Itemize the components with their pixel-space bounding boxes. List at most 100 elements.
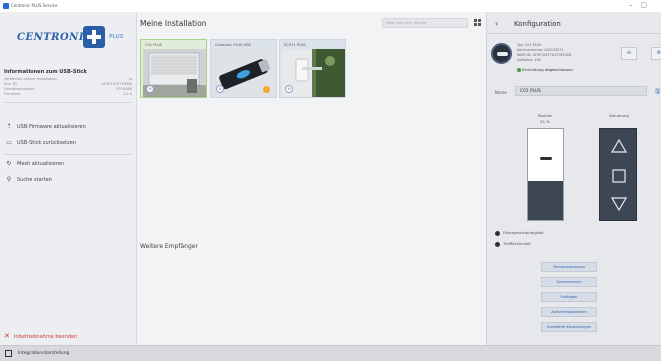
logo-brand-text: CENTRONIC bbox=[17, 32, 93, 43]
installation-icon bbox=[5, 350, 12, 357]
usb-info-label: Anz. ID bbox=[4, 82, 17, 86]
window-title: Centronic PLUS Service bbox=[11, 3, 58, 8]
nav-item-label: Suche starten bbox=[17, 177, 52, 183]
warning-icon: ! bbox=[263, 86, 270, 93]
settings-button[interactable]: ⚙ bbox=[651, 47, 661, 60]
usb-info-row: Firmware 1.9.0 bbox=[4, 92, 132, 96]
nav-usb-stick-reset[interactable]: ▭ USB-Stick zurücksetzen bbox=[4, 138, 132, 150]
app-icon bbox=[3, 3, 9, 9]
end-positions-button[interactable]: Endlagen bbox=[541, 292, 597, 302]
nav-mesh-refresh[interactable]: ↻ Mesh aktualisieren bbox=[4, 159, 132, 171]
device-avatar bbox=[491, 43, 512, 64]
device-card-label: SC911 PLUS bbox=[284, 43, 306, 47]
stop-button[interactable] bbox=[608, 165, 629, 187]
device-card[interactable]: Centronic PLUS USB ⊖ ! bbox=[210, 39, 277, 98]
name-input[interactable]: C01 PLUS bbox=[515, 86, 647, 96]
usb-info-value: ja bbox=[128, 77, 132, 81]
usb-info-label: Firmware bbox=[4, 92, 21, 96]
device-info-line: Typ: C01 PLUS bbox=[517, 43, 542, 47]
maximize-icon[interactable]: ▢ bbox=[640, 1, 655, 9]
window-controls[interactable]: –▢ bbox=[629, 1, 655, 9]
radio-icon[interactable] bbox=[495, 230, 500, 236]
status-label: Integrationsdarstellung bbox=[18, 351, 70, 356]
refresh-icon: ↻ bbox=[6, 160, 12, 167]
advanced-settings-button[interactable]: Erweiterte Einstellungen bbox=[541, 322, 597, 332]
app-window: Centronic PLUS Service –▢ CENTRONIC PLUS… bbox=[0, 0, 661, 361]
position-label: Position bbox=[537, 113, 553, 118]
plus-logo-icon bbox=[83, 26, 105, 48]
usb-info-row: Verbindun aktiver Installation ja bbox=[4, 77, 132, 81]
device-info-line: Seriennummer: 000123071 bbox=[517, 48, 564, 52]
other-receivers-title: Weitere Empfänger bbox=[140, 243, 198, 250]
position-value: 51 % bbox=[540, 119, 550, 124]
configuration-panel: ‹ Konfiguration Typ: C01 PLUS Seriennumm… bbox=[486, 12, 661, 345]
main-panel: Meine Installation Filter nach Art / Kun… bbox=[138, 12, 486, 345]
option-label: Tiefflächenzeit bbox=[503, 241, 531, 246]
status-ok-icon bbox=[517, 68, 521, 72]
nav-start-search[interactable]: ⚲ Suche starten bbox=[4, 175, 132, 187]
nav-item-label: USB-Firmware aktualisieren bbox=[17, 124, 86, 130]
save-icon[interactable]: 🖫 bbox=[655, 87, 660, 97]
back-arrow-icon[interactable]: ‹ bbox=[495, 19, 498, 28]
radio-icon[interactable] bbox=[495, 241, 500, 247]
search-input[interactable]: Filter nach Art / Kunde bbox=[382, 18, 468, 28]
centronic-plus-logo: CENTRONIC PLUS bbox=[17, 24, 129, 52]
position-slider[interactable] bbox=[527, 128, 564, 221]
triangle-up-icon bbox=[610, 139, 627, 153]
option-row[interactable]: Tiefflächenzeit bbox=[495, 241, 531, 247]
device-info-line: Software: 108 bbox=[517, 58, 541, 62]
end-commissioning-button[interactable]: ✕ Inbetriebnahme beenden bbox=[4, 332, 77, 340]
usb-info-row: Anz. ID 4F0E7A1F7DEDA bbox=[4, 82, 132, 86]
nav-item-label: Mesh aktualisieren bbox=[17, 161, 64, 167]
arrow-up-icon: ⇡ bbox=[6, 123, 12, 130]
up-button[interactable] bbox=[608, 135, 629, 157]
device-card-label: Centronic PLUS USB bbox=[215, 43, 251, 47]
device-card[interactable]: C01 PLUS ⊖ bbox=[140, 39, 207, 98]
option-row[interactable]: Fixiergeschwindigkeit bbox=[495, 230, 544, 236]
sidebar-divider bbox=[4, 102, 132, 103]
lock-icon: ⊖ bbox=[626, 50, 632, 56]
logo-plus-text: PLUS bbox=[109, 34, 124, 40]
minimize-icon[interactable]: – bbox=[629, 1, 641, 9]
usb-info-value: 1.9.0 bbox=[122, 92, 132, 96]
gear-icon: ⚙ bbox=[656, 50, 661, 56]
usb-info-title: Informationen zum USB-Stick bbox=[4, 69, 87, 75]
device-card[interactable]: SC911 PLUS ⊖ bbox=[279, 39, 346, 98]
search-icon: ⚲ bbox=[6, 176, 12, 183]
device-status-label: Einrichtung abgeschlossen bbox=[522, 67, 573, 72]
position-fill bbox=[528, 180, 563, 220]
grid-view-icon[interactable] bbox=[474, 19, 482, 27]
slider-handle[interactable] bbox=[540, 157, 552, 160]
usb-info-row: Hardwareversion 070008B bbox=[4, 87, 132, 91]
name-label: Name bbox=[495, 90, 507, 95]
usb-info-value: 070008B bbox=[115, 87, 132, 91]
lock-icon: ⊖ bbox=[285, 85, 293, 93]
usb-info-value: 4F0E7A1F7DEDA bbox=[101, 82, 133, 86]
sun-protection-button[interactable]: Sonnenschutz bbox=[541, 277, 597, 287]
usb-info-label: Verbindun aktiver Installation bbox=[4, 77, 57, 81]
nav-usb-firmware-update[interactable]: ⇡ USB-Firmware aktualisieren bbox=[4, 122, 132, 134]
usb-info-label: Hardwareversion bbox=[4, 87, 35, 91]
usb-stick-icon: ▭ bbox=[6, 139, 12, 146]
device-info-line: WAPI-ID: 4F0E7A1F7D1F0E12E8 bbox=[517, 53, 572, 57]
intermediate-positions-button[interactable]: Zwischenpositionen bbox=[541, 307, 597, 317]
sidebar-divider bbox=[4, 154, 132, 155]
control-label: Steuerung bbox=[609, 113, 629, 118]
config-divider bbox=[487, 33, 661, 34]
nav-item-label: USB-Stick zurücksetzen bbox=[17, 140, 76, 146]
close-icon: ✕ bbox=[4, 332, 10, 340]
config-title: Konfiguration bbox=[514, 20, 561, 28]
end-commissioning-label: Inbetriebnahme beenden bbox=[13, 334, 78, 340]
lock-icon: ⊖ bbox=[146, 85, 154, 93]
device-status: Einrichtung abgeschlossen bbox=[517, 67, 573, 72]
lock-button[interactable]: ⊖ bbox=[621, 47, 637, 60]
status-bar: Integrationsdarstellung bbox=[0, 345, 661, 361]
title-bar: Centronic PLUS Service –▢ bbox=[0, 0, 661, 12]
down-button[interactable] bbox=[608, 193, 629, 215]
square-stop-icon bbox=[611, 169, 626, 183]
control-pad bbox=[599, 128, 637, 221]
option-label: Fixiergeschwindigkeit bbox=[503, 230, 544, 235]
device-card-label: C01 PLUS bbox=[145, 43, 163, 47]
sidebar: CENTRONIC PLUS Informationen zum USB-Sti… bbox=[0, 12, 137, 345]
sensor-assignment-button[interactable]: Sensorzuordnung bbox=[541, 262, 597, 272]
